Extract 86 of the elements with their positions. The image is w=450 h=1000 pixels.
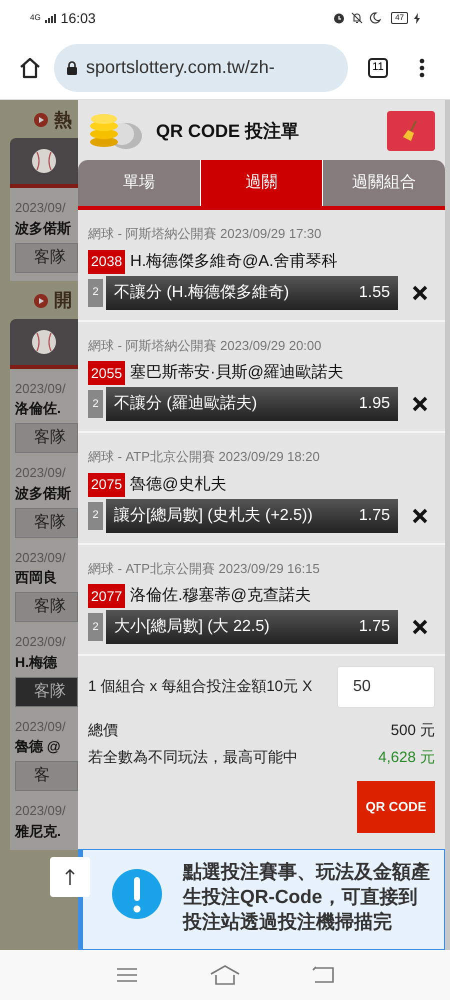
match-name: H.梅德 <box>15 652 58 672</box>
game-number: 2038 <box>88 250 126 274</box>
match-name: 洛倫佐. <box>15 399 62 418</box>
game-number: 2077 <box>88 584 126 608</box>
play-icon <box>34 113 48 127</box>
selection-option: 大小[總局數] (大 22.5) <box>114 615 270 639</box>
max-win-label: 若全數為不同玩法，最高可能中 <box>88 748 298 768</box>
remove-icon[interactable] <box>412 619 428 635</box>
exclamation-icon <box>111 868 163 920</box>
home-icon[interactable] <box>18 56 42 80</box>
count-label: 2 <box>88 278 103 306</box>
selection-odds: 1.95 <box>358 394 390 414</box>
match-name: 波多偌斯 <box>15 218 72 238</box>
combo-text: 1 個組合 x 每組合投注金額10元 X <box>88 676 312 697</box>
tab-count-button[interactable]: 11 <box>368 58 388 78</box>
match-name: 魯德@史札夫 <box>130 474 226 494</box>
baseball-icon <box>31 148 57 174</box>
match-name: 魯德 @ <box>15 737 62 756</box>
max-win-value: 4,628 元 <box>378 748 435 768</box>
game-number: 2055 <box>88 361 126 385</box>
game-number: 2075 <box>88 472 126 496</box>
away-team-button[interactable]: 客隊 <box>15 423 78 453</box>
recent-apps-icon[interactable] <box>116 967 138 983</box>
count-label: 2 <box>88 502 103 530</box>
away-team-button[interactable]: 客隊 <box>15 676 78 706</box>
match-date: 2023/09/ <box>15 802 67 820</box>
home-nav-icon[interactable] <box>210 965 240 985</box>
selection-option: 不讓分 (羅迪歐諾夫) <box>114 392 258 416</box>
section-heading: 開 <box>54 289 72 312</box>
count-label: 2 <box>88 390 103 418</box>
away-team-button[interactable]: 客隊 <box>15 508 78 538</box>
match-name: 雅尼克. <box>15 822 62 840</box>
remove-icon[interactable] <box>412 284 428 300</box>
network-label: 4G <box>30 14 41 22</box>
league-line: 網球 - ATP北京公開賽 2023/09/29 18:20 <box>88 448 321 466</box>
count-label: 2 <box>88 613 103 641</box>
lock-icon <box>66 60 78 74</box>
play-icon <box>34 294 48 308</box>
selection-odds: 1.55 <box>358 282 390 302</box>
match-date: 2023/09/ <box>15 548 67 566</box>
away-team-button[interactable]: 客隊 <box>15 592 78 622</box>
match-date: 2023/09/ <box>15 633 67 651</box>
scroll-top-button[interactable] <box>50 857 90 897</box>
signal-icon <box>44 14 57 22</box>
match-date: 2023/09/ <box>15 718 67 736</box>
match-name: 塞巴斯蒂安·貝斯@羅迪歐諾夫 <box>130 362 344 383</box>
match-date: 2023/09/ <box>15 380 67 398</box>
amount-field[interactable]: 50 <box>337 666 435 708</box>
bet-type-tab[interactable]: 過關組合 <box>322 160 446 206</box>
league-line: 網球 - 阿斯塔納公開賽 2023/09/29 20:00 <box>88 336 322 354</box>
league-line: 網球 - 阿斯塔納公開賽 2023/09/29 17:30 <box>88 225 322 243</box>
notice-text: 點選投注賽事、玩法及金額產生投注QR-Code，可直接到投注站透過投注機掃描完 <box>183 860 430 935</box>
clear-button[interactable] <box>387 111 435 151</box>
bet-type-tab[interactable]: 過關 <box>200 160 322 206</box>
bet-slip-title: QR CODE 投注單 <box>156 120 300 142</box>
total-label: 總價 <box>88 721 118 741</box>
match-name: 波多偌斯 <box>15 484 72 502</box>
qr-code-button[interactable]: QR CODE <box>357 781 435 833</box>
selection-odds: 1.75 <box>358 506 390 526</box>
moon-icon <box>369 12 382 24</box>
alarm-icon <box>333 12 346 24</box>
away-team-button[interactable]: 客 <box>15 761 78 791</box>
selection-option: 讓分[總局數] (史札夫 (+2.5)) <box>114 504 313 528</box>
battery-icon: 47 <box>391 12 408 24</box>
url-text: sportslottery.com.tw/zh- <box>86 56 275 79</box>
clock-time: 16:03 <box>60 8 96 28</box>
url-field[interactable]: sportslottery.com.tw/zh- <box>54 44 348 92</box>
match-date: 2023/09/ <box>15 464 67 482</box>
match-name: H.梅德傑多維奇@A.舍甫琴科 <box>130 252 338 272</box>
back-icon[interactable] <box>312 966 334 984</box>
remove-icon[interactable] <box>412 508 428 524</box>
selection-option: 不讓分 (H.梅德傑多維奇) <box>114 280 290 304</box>
up-arrow-icon <box>65 868 75 886</box>
bell-off-icon <box>351 12 364 24</box>
bet-type-tab[interactable]: 單場 <box>78 160 200 206</box>
total-value: 500 元 <box>390 721 435 741</box>
match-name: 西岡良 <box>15 568 58 587</box>
remove-icon[interactable] <box>412 396 428 412</box>
match-name: 洛倫佐.穆塞蒂@克查諾夫 <box>130 586 311 606</box>
selection-odds: 1.75 <box>358 617 390 637</box>
league-line: 網球 - ATP北京公開賽 2023/09/29 16:15 <box>88 560 321 578</box>
away-team-button[interactable]: 客隊 <box>15 242 78 272</box>
charging-icon <box>414 12 420 24</box>
baseball-icon <box>31 328 57 354</box>
section-heading: 熱 <box>54 108 72 132</box>
match-date: 2023/09/ <box>15 199 67 217</box>
